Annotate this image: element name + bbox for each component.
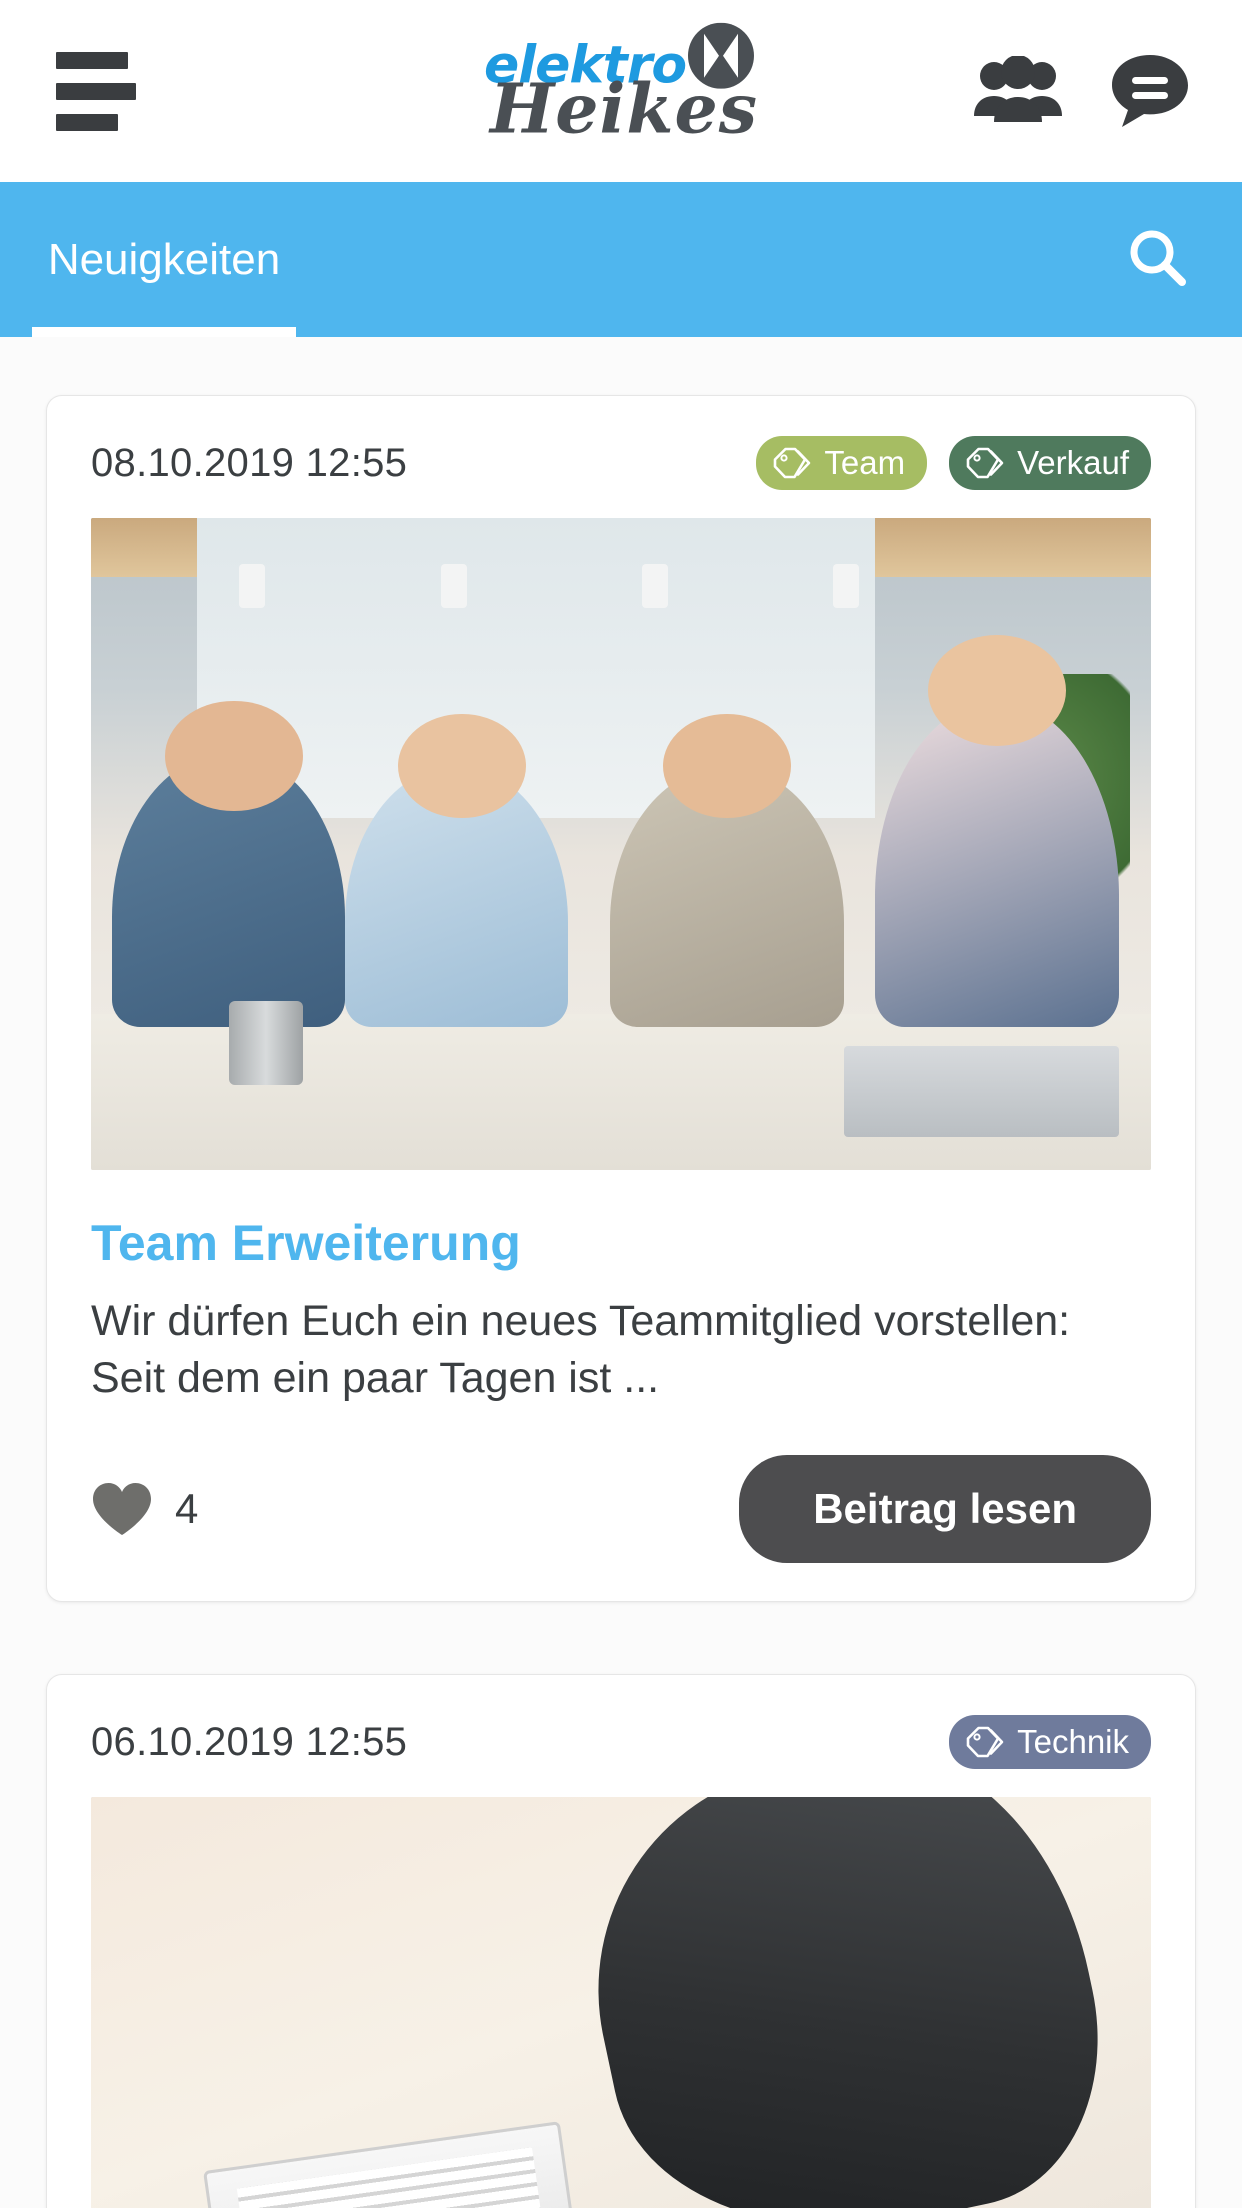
laptop: [843, 1046, 1120, 1138]
mug: [228, 1000, 303, 1086]
card-footer: 4 Beitrag lesen: [91, 1455, 1151, 1564]
news-card[interactable]: 08.10.2019 12:55 Team Verkauf Team Erwei…: [46, 395, 1196, 1603]
person-head: [165, 700, 303, 812]
chat-bubble-icon[interactable]: [1110, 53, 1190, 129]
heart-icon[interactable]: [91, 1481, 153, 1537]
hamburger-bar: [56, 51, 128, 69]
post-date: 08.10.2019 12:55: [91, 440, 408, 485]
app-screen: elektro Heikes Neuigkeiten 08.10.2019 12…: [0, 0, 1242, 2208]
tag-label: Team: [824, 444, 906, 481]
lamp: [440, 563, 467, 608]
person-head: [398, 713, 526, 818]
post-image[interactable]: [91, 518, 1151, 1170]
hamburger-icon[interactable]: [56, 51, 136, 131]
logo-secondary-text: Heikes: [489, 69, 759, 150]
scanner-gun: [556, 1797, 1131, 2208]
tag-label: Verkauf: [1017, 444, 1129, 481]
news-feed: 08.10.2019 12:55 Team Verkauf Team Erwei…: [0, 337, 1242, 2208]
news-card[interactable]: 06.10.2019 12:55 Technik: [46, 1674, 1196, 2208]
post-title[interactable]: Team Erweiterung: [91, 1216, 1151, 1271]
top-app-bar: elektro Heikes: [0, 0, 1242, 182]
lamp: [833, 563, 859, 608]
app-logo[interactable]: elektro Heikes: [484, 22, 759, 150]
tag-list: Team Verkauf: [756, 436, 1151, 490]
hamburger-bar: [56, 82, 136, 100]
device-screen: [237, 2147, 550, 2208]
tag-badge-verkauf[interactable]: Verkauf: [949, 436, 1151, 490]
team-meeting-photo: [91, 518, 1151, 1170]
post-date: 06.10.2019 12:55: [91, 1719, 408, 1764]
tag-badge-technik[interactable]: Technik: [949, 1715, 1151, 1770]
search-icon[interactable]: [1126, 226, 1188, 293]
barcode-scanner-photo: [91, 1797, 1151, 2208]
person-head: [663, 713, 791, 818]
lamp: [642, 563, 669, 608]
card-header: 06.10.2019 12:55 Technik: [91, 1711, 1151, 1773]
tab-bar: Neuigkeiten: [0, 182, 1242, 337]
people-group-icon[interactable]: [972, 56, 1064, 126]
tag-icon: [966, 1727, 1004, 1758]
tag-icon: [966, 447, 1004, 479]
card-header: 08.10.2019 12:55 Team Verkauf: [91, 432, 1151, 494]
tab-label: Neuigkeiten: [47, 234, 281, 284]
tag-icon: [774, 447, 811, 479]
tag-list: Technik: [949, 1715, 1151, 1770]
top-bar-actions: [972, 53, 1190, 129]
tab-neuigkeiten[interactable]: Neuigkeiten: [32, 182, 296, 337]
hamburger-bar: [56, 113, 118, 131]
post-image[interactable]: [91, 1797, 1151, 2208]
person-head: [928, 635, 1067, 747]
lamp: [239, 563, 266, 608]
device: [203, 2121, 594, 2208]
like-group[interactable]: 4: [91, 1481, 198, 1537]
post-excerpt: Wir dürfen Euch ein neues Teammitglied v…: [91, 1297, 1071, 1403]
like-count: 4: [175, 1485, 199, 1533]
tag-badge-team[interactable]: Team: [756, 436, 928, 490]
tag-label: Technik: [1017, 1723, 1129, 1761]
read-post-button[interactable]: Beitrag lesen: [739, 1455, 1151, 1564]
